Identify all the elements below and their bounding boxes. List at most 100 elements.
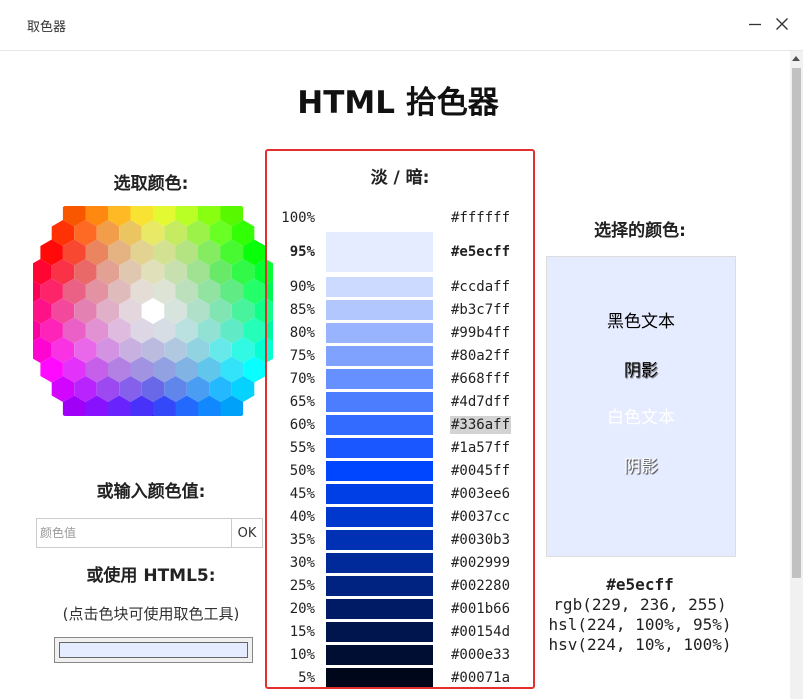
shade-swatch[interactable] [326, 299, 433, 320]
shade-swatch[interactable] [326, 460, 433, 481]
shade-hex: #000e33 [451, 646, 511, 663]
black-text-sample: 黑色文本 [607, 312, 675, 332]
html5-color-input[interactable] [54, 637, 253, 663]
close-button[interactable] [770, 12, 794, 36]
shade-swatch[interactable] [326, 667, 433, 687]
shade-hex: #002999 [451, 554, 511, 571]
shade-row[interactable]: 65% #4d7dff [267, 390, 533, 413]
shade-percent: 40% [289, 508, 315, 525]
shade-row[interactable]: 5% #00071a [267, 666, 533, 687]
shade-swatch[interactable] [326, 552, 433, 573]
shade-swatch[interactable] [326, 621, 433, 642]
scroll-thumb[interactable] [792, 68, 801, 578]
shade-percent: 75% [289, 347, 315, 364]
page-title: HTML 拾色器 [297, 85, 499, 121]
hexagon-color-map[interactable] [6, 181, 300, 441]
shade-row[interactable]: 40% #0037cc [267, 505, 533, 528]
shade-row[interactable]: 25% #002280 [267, 574, 533, 597]
shade-swatch[interactable] [326, 598, 433, 619]
shade-swatch[interactable] [326, 506, 433, 527]
scroll-up-icon[interactable] [792, 56, 800, 61]
shade-hex: #668fff [451, 370, 511, 387]
shade-hex: #00154d [451, 623, 511, 640]
close-icon [776, 18, 788, 30]
shade-percent: 95% [289, 244, 315, 260]
minimize-icon [749, 23, 761, 26]
shade-hex: #1a57ff [451, 439, 511, 456]
shade-swatch[interactable] [326, 276, 433, 297]
shade-swatch[interactable] [326, 345, 433, 366]
shade-percent: 90% [289, 278, 315, 295]
shade-swatch[interactable] [326, 391, 433, 412]
shade-row[interactable]: 35% #0030b3 [267, 528, 533, 551]
shade-row[interactable]: 10% #000e33 [267, 643, 533, 666]
selected-color-swatch: 黑色文本 阴影 白色文本 阴影 [546, 256, 736, 557]
minimize-button[interactable] [743, 12, 767, 36]
shade-row[interactable]: 90% #ccdaff [267, 275, 533, 298]
shade-row[interactable]: 60% #336aff [267, 413, 533, 436]
shade-row[interactable]: 85% #b3c7ff [267, 298, 533, 321]
white-text-sample: 白色文本 [607, 408, 675, 428]
shade-row[interactable]: 70% #668fff [267, 367, 533, 390]
shade-hex: #00071a [451, 669, 511, 686]
shade-row[interactable]: 95% #e5ecff [267, 229, 533, 275]
page-content: HTML 拾色器 选取颜色: 或输入颜色值: OK 或使用 HTML5: (点击… [0, 51, 790, 699]
shade-percent: 85% [289, 301, 315, 318]
html5-heading: 或使用 HTML5: [86, 566, 216, 586]
shade-percent: 70% [289, 370, 315, 387]
shade-row[interactable]: 30% #002999 [267, 551, 533, 574]
shade-percent: 60% [289, 416, 315, 433]
shade-percent: 10% [289, 646, 315, 663]
shade-percent: 65% [289, 393, 315, 410]
html5-hint: (点击色块可使用取色工具) [62, 605, 240, 623]
shade-hex: #ccdaff [451, 278, 511, 295]
shade-swatch[interactable] [326, 483, 433, 504]
shade-hex: #003ee6 [451, 485, 511, 502]
shade-swatch[interactable] [326, 529, 433, 550]
shade-hex: #002280 [451, 577, 511, 594]
shade-swatch[interactable] [326, 437, 433, 458]
selected-rgb: rgb(229, 236, 255) [553, 595, 727, 614]
shade-row[interactable]: 15% #00154d [267, 620, 533, 643]
shade-row[interactable]: 20% #001b66 [267, 597, 533, 620]
shade-hex: #99b4ff [451, 324, 511, 341]
shade-percent: 30% [289, 554, 315, 571]
light-shadow-sample: 阴影 [624, 457, 658, 477]
shade-hex: #001b66 [451, 600, 511, 617]
dark-shadow-sample: 阴影 [624, 361, 658, 381]
shade-percent: 45% [289, 485, 315, 502]
shade-swatch[interactable] [326, 575, 433, 596]
color-value-input[interactable] [36, 518, 231, 548]
shade-hex: #0045ff [451, 462, 511, 479]
shade-row[interactable]: 55% #1a57ff [267, 436, 533, 459]
shade-row[interactable]: 75% #80a2ff [267, 344, 533, 367]
shade-hex: #e5ecff [451, 244, 511, 260]
shade-percent: 35% [289, 531, 315, 548]
selected-hsl: hsl(224, 100%, 95%) [548, 615, 732, 634]
window-titlebar: 取色器 [0, 0, 803, 51]
shade-hex: #80a2ff [451, 347, 511, 364]
selected-color-heading: 选择的颜色: [594, 221, 686, 241]
shade-hex: #ffffff [451, 209, 511, 226]
shade-swatch[interactable] [326, 414, 433, 435]
shade-row[interactable]: 100% #ffffff [267, 206, 533, 229]
shade-swatch[interactable] [326, 644, 433, 665]
shade-swatch[interactable] [326, 368, 433, 389]
shade-row[interactable]: 45% #003ee6 [267, 482, 533, 505]
vertical-scrollbar[interactable] [790, 51, 803, 699]
ok-button[interactable]: OK [231, 518, 263, 548]
shade-row[interactable]: 50% #0045ff [267, 459, 533, 482]
shade-percent: 80% [289, 324, 315, 341]
shades-panel: 淡 / 暗: 100% #ffffff 95% #e5ecff 90% #ccdaff 85… [265, 149, 535, 689]
shade-hex: #336aff [450, 415, 512, 434]
shade-swatch[interactable] [326, 322, 433, 343]
pick-color-heading: 选取颜色: [113, 174, 189, 194]
shade-swatch[interactable] [326, 207, 433, 228]
shade-row[interactable]: 80% #99b4ff [267, 321, 533, 344]
shades-heading: 淡 / 暗: [370, 168, 430, 188]
selected-hex: #e5ecff [606, 575, 674, 594]
html5-color-swatch [59, 642, 248, 658]
shade-percent: 100% [281, 209, 315, 226]
selected-hsv: hsv(224, 10%, 100%) [548, 635, 732, 654]
shade-swatch[interactable] [326, 232, 433, 272]
